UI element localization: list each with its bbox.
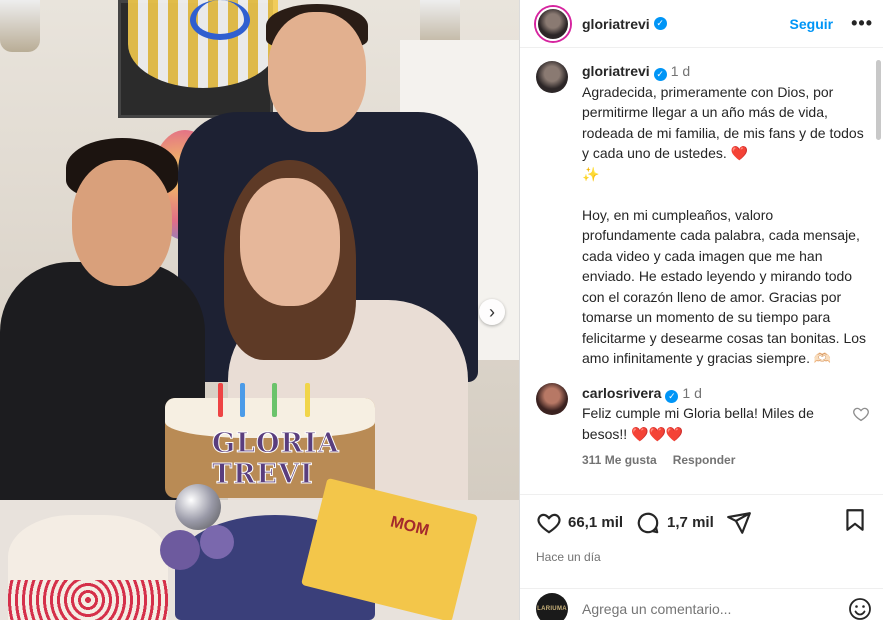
comment-username[interactable]: carlosrivera	[582, 385, 661, 401]
comment-icon[interactable]	[635, 510, 661, 536]
comment-message: Feliz cumple mi Gloria bella! Miles de b…	[582, 405, 814, 442]
likes-count[interactable]: 66,1 mil	[568, 514, 623, 531]
action-row: 66,1 mil 1,7 mil	[536, 507, 868, 538]
save-action[interactable]	[842, 507, 868, 538]
verified-icon: ✓	[665, 389, 679, 403]
more-icon[interactable]: •••	[851, 13, 873, 34]
hearts-emoji: ❤️❤️❤️	[631, 425, 684, 442]
post-side-panel: gloriatrevi ✓ Seguir ••• gloriatrevi ✓ 1 d…	[519, 0, 883, 620]
add-comment-bar: LARIUMA	[520, 588, 883, 620]
heart-icon[interactable]	[852, 405, 870, 423]
avatar[interactable]: LARIUMA	[536, 592, 568, 620]
disco-ball	[175, 484, 221, 530]
scrollbar[interactable]	[876, 60, 881, 140]
sparkles-emoji: ✨	[582, 165, 600, 182]
man-right-face	[268, 12, 366, 132]
verified-icon: ✓	[653, 68, 667, 81]
balloon-bow	[190, 0, 250, 40]
comment-input[interactable]	[582, 600, 848, 617]
white-cake-sprinkles	[8, 580, 168, 620]
post-viewer: GLORIA TREVI MOM › gloriatrevi ✓ Seguir …	[0, 0, 883, 620]
comments-count[interactable]: 1,7 mil	[667, 514, 714, 531]
header-username[interactable]: gloriatrevi	[582, 16, 650, 32]
comment-time[interactable]: 1 d	[682, 385, 701, 401]
next-arrow-icon[interactable]: ›	[479, 299, 505, 325]
comment-row: carlosrivera ✓ 1 d Feliz cumple mi Gloria …	[536, 382, 870, 468]
cake-topper-text: GLORIA TREVI	[212, 428, 340, 491]
like-action[interactable]: 66,1 mil	[536, 510, 623, 536]
candle	[218, 383, 223, 417]
heart-icon[interactable]	[536, 510, 562, 536]
comment-text: carlosrivera ✓ 1 d Feliz cumple mi Gloria …	[582, 383, 852, 445]
avatar[interactable]	[536, 6, 570, 41]
caption-row: gloriatrevi ✓ 1 d Agradecida, primeramente…	[536, 61, 870, 369]
comment-meta: 311 Me gusta Responder	[582, 453, 852, 467]
comment-likes[interactable]: 311 Me gusta	[582, 453, 657, 467]
avatar[interactable]	[536, 382, 568, 415]
caption-text: gloriatrevi ✓ 1 d Agradecida, primeramente…	[582, 61, 870, 369]
wall-lamp	[0, 0, 40, 52]
woman-face	[240, 178, 340, 306]
comment-body: carlosrivera ✓ 1 d Feliz cumple mi Gloria …	[582, 383, 852, 468]
candle	[240, 383, 245, 417]
share-action[interactable]	[726, 510, 752, 536]
follow-button[interactable]: Seguir	[790, 16, 834, 32]
emoji-icon[interactable]	[848, 597, 872, 620]
comment-action[interactable]: 1,7 mil	[635, 510, 714, 536]
avatar[interactable]	[536, 61, 568, 93]
reply-button[interactable]: Responder	[673, 453, 736, 467]
posted-time[interactable]: Hace un día	[536, 550, 868, 564]
man-left-face	[72, 160, 172, 286]
post-header: gloriatrevi ✓ Seguir •••	[520, 0, 883, 48]
bookmark-icon[interactable]	[842, 507, 868, 533]
purple-ball	[160, 530, 200, 570]
caption-paragraph-2: Hoy, en mi cumpleaños, valoro profundame…	[582, 206, 867, 367]
post-photo[interactable]: GLORIA TREVI MOM ›	[0, 0, 519, 620]
action-bar: 66,1 mil 1,7 mil Hace un día	[520, 494, 883, 564]
caption-time[interactable]: 1 d	[671, 63, 690, 79]
caption-body: gloriatrevi ✓ 1 d Agradecida, primeramente…	[582, 61, 870, 369]
candle	[272, 383, 277, 417]
purple-ball	[200, 525, 234, 559]
share-icon[interactable]	[726, 510, 752, 536]
verified-icon: ✓	[653, 17, 667, 30]
caption-username[interactable]: gloriatrevi	[582, 63, 650, 79]
comments-list[interactable]: gloriatrevi ✓ 1 d Agradecida, primeramente…	[520, 49, 883, 494]
heart-emoji: ❤️	[730, 145, 749, 161]
caption-paragraph-1: Agradecida, primeramente con Dios, por p…	[582, 83, 864, 162]
candle	[305, 383, 310, 417]
